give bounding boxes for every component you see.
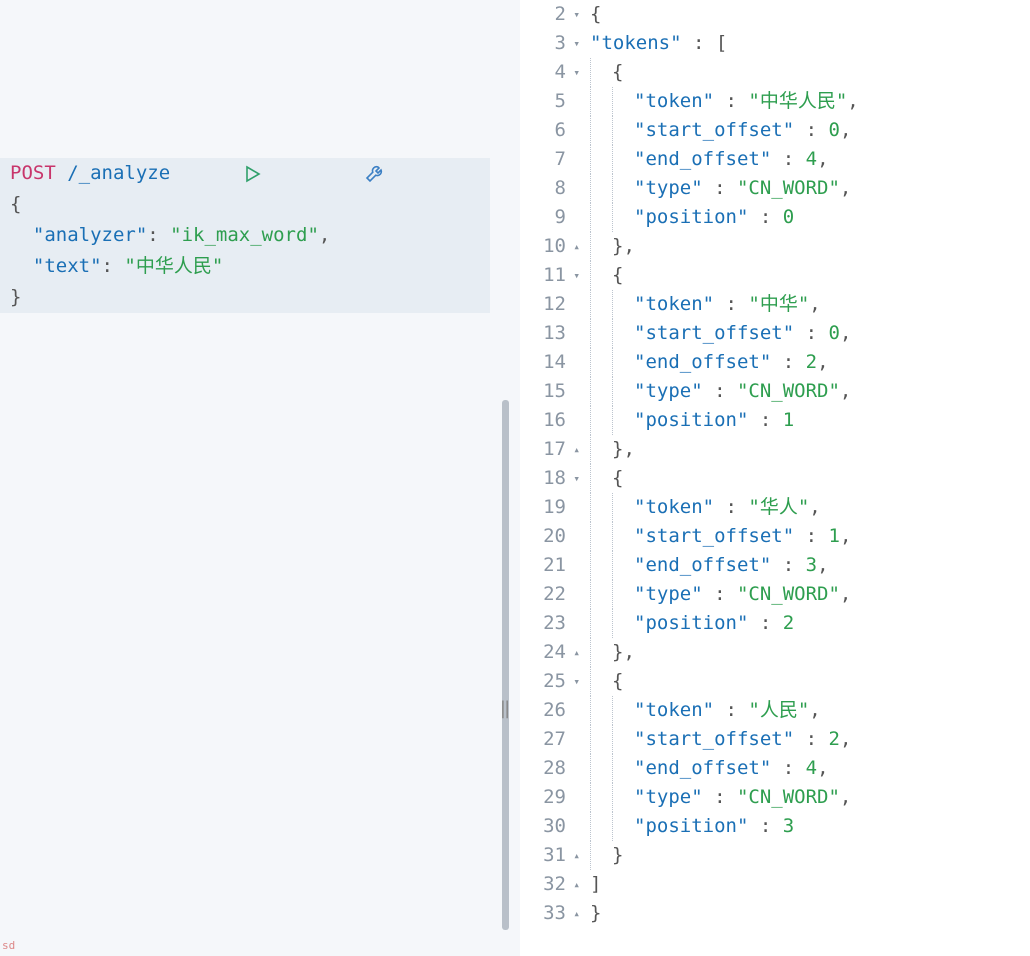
code-line: { [590, 464, 1030, 493]
code-line: "end_offset" : 2, [590, 348, 1030, 377]
code-line: "type" : "CN_WORD", [590, 580, 1030, 609]
request-path: /_analyze [67, 158, 170, 189]
fold-arrow-icon[interactable]: ▾ [570, 0, 580, 29]
fold-arrow-icon[interactable]: ▾ [570, 58, 580, 87]
code-line: }, [590, 232, 1030, 261]
code-line: "end_offset" : 4, [590, 754, 1030, 783]
line-number-gutter: 2▾ 3▾ 4▾ 5 6 7 8 9 10▴ 11▾ 12 13 14 15 1… [520, 0, 590, 956]
code-line: } [590, 841, 1030, 870]
request-block[interactable]: POST /_analyze { "analyzer": "ik_max_wor… [0, 158, 490, 313]
code-line: { [590, 261, 1030, 290]
response-code-area[interactable]: { "tokens" : [ { "token" : "中华人民", "star… [590, 0, 1030, 956]
scrollbar-thumb[interactable] [502, 400, 509, 930]
http-method: POST [10, 158, 56, 189]
code-line: "position" : 1 [590, 406, 1030, 435]
code-line: "token" : "中华人民", [590, 87, 1030, 116]
fold-arrow-icon[interactable]: ▴ [570, 232, 580, 261]
request-body-text[interactable]: "text": "中华人民" [0, 251, 490, 282]
code-line: { [590, 0, 1030, 29]
code-line: "token" : "中华", [590, 290, 1030, 319]
fold-arrow-icon[interactable]: ▴ [570, 638, 580, 667]
footer-sd: sd [2, 939, 15, 952]
code-line: "start_offset" : 1, [590, 522, 1030, 551]
fold-arrow-icon[interactable]: ▴ [570, 870, 580, 899]
code-line: "start_offset" : 0, [590, 319, 1030, 348]
response-viewer-pane[interactable]: 2▾ 3▾ 4▾ 5 6 7 8 9 10▴ 11▾ 12 13 14 15 1… [520, 0, 1030, 956]
code-line: "end_offset" : 4, [590, 145, 1030, 174]
code-line: "type" : "CN_WORD", [590, 174, 1030, 203]
pane-divider[interactable]: ‖ [490, 0, 520, 956]
code-line: { [590, 58, 1030, 87]
code-line: "end_offset" : 3, [590, 551, 1030, 580]
fold-arrow-icon[interactable]: ▴ [570, 435, 580, 464]
request-body-close[interactable]: } [0, 282, 490, 313]
fold-arrow-icon[interactable]: ▾ [570, 29, 580, 58]
request-first-line[interactable]: POST /_analyze [0, 158, 490, 189]
fold-arrow-icon[interactable]: ▾ [570, 261, 580, 290]
fold-arrow-icon[interactable]: ▴ [570, 899, 580, 928]
request-editor-pane[interactable]: POST /_analyze { "analyzer": "ik_max_wor… [0, 0, 490, 956]
request-body-analyzer[interactable]: "analyzer": "ik_max_word", [0, 220, 490, 251]
code-line: { [590, 667, 1030, 696]
divider-handle-icon[interactable]: ‖ [500, 698, 511, 719]
code-line: ] [590, 870, 1030, 899]
code-line: }, [590, 638, 1030, 667]
code-line: "position" : 0 [590, 203, 1030, 232]
code-line: }, [590, 435, 1030, 464]
code-line: "token" : "华人", [590, 493, 1030, 522]
code-line: "position" : 2 [590, 609, 1030, 638]
code-line: "type" : "CN_WORD", [590, 377, 1030, 406]
code-line: } [590, 899, 1030, 928]
request-body-open[interactable]: { [0, 189, 490, 220]
code-line: "tokens" : [ [590, 29, 1030, 58]
fold-arrow-icon[interactable]: ▾ [570, 667, 580, 696]
fold-arrow-icon[interactable]: ▴ [570, 841, 580, 870]
code-line: "type" : "CN_WORD", [590, 783, 1030, 812]
code-line: "position" : 3 [590, 812, 1030, 841]
fold-arrow-icon[interactable]: ▾ [570, 464, 580, 493]
code-line: "start_offset" : 0, [590, 116, 1030, 145]
code-line: "start_offset" : 2, [590, 725, 1030, 754]
code-line: "token" : "人民", [590, 696, 1030, 725]
